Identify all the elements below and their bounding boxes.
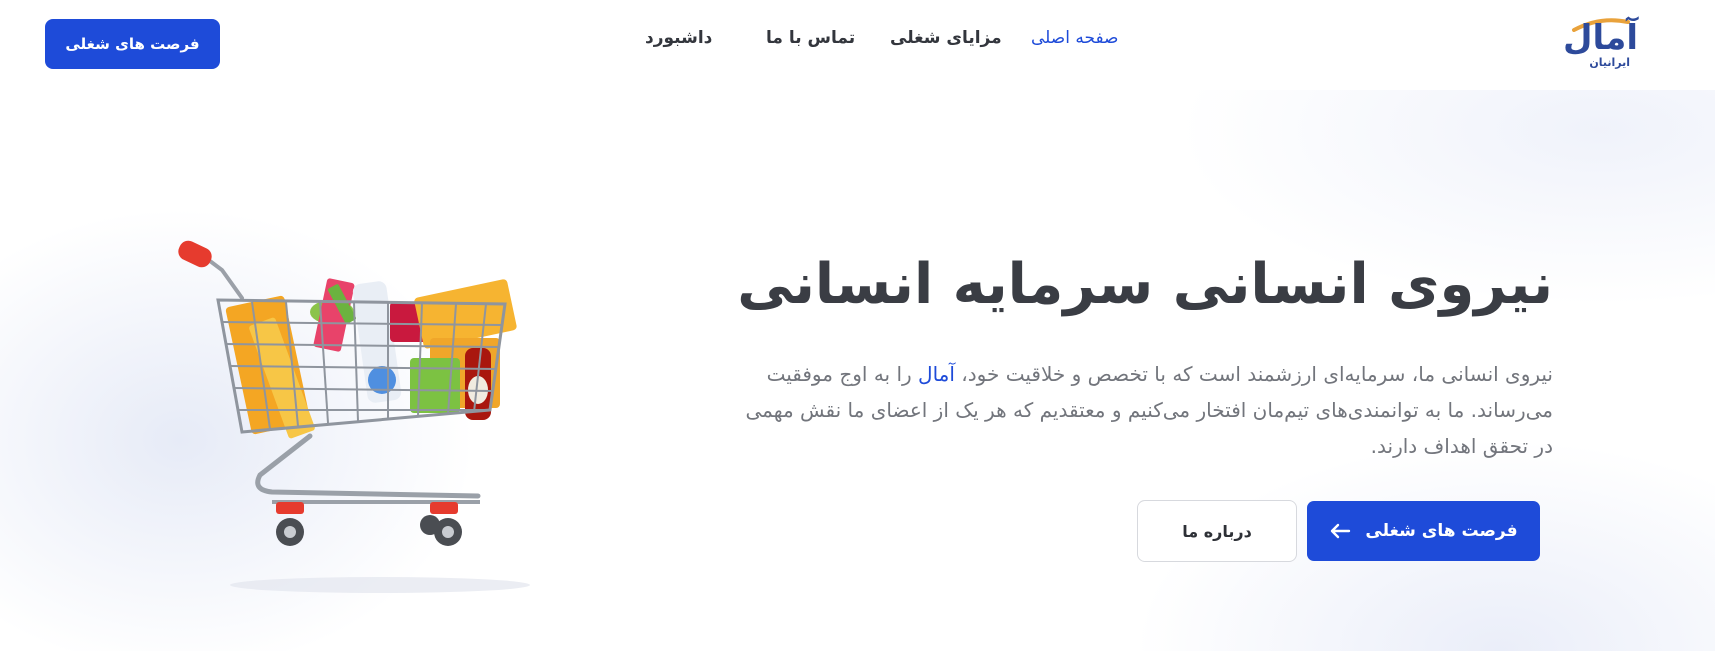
shopping-cart-illustration xyxy=(178,240,530,593)
hero-description-text-1: نیروی انسانی ما، سرمایه‌ای ارزشمند است ک… xyxy=(954,362,1553,386)
nav-dashboard[interactable]: داشبورد xyxy=(645,28,712,48)
hero-description-brand: آمال xyxy=(918,362,955,386)
site-header: فرصت های شغلی صفحه اصلی مزایای شغلی تماس… xyxy=(0,0,1715,86)
nav-contact[interactable]: تماس با ما xyxy=(766,28,855,48)
main-nav: صفحه اصلی مزایای شغلی تماس با ما داشبورد xyxy=(0,28,1715,56)
about-us-button[interactable]: درباره ما xyxy=(1137,500,1297,562)
arrow-left-icon xyxy=(1331,523,1351,539)
logo-wordmark: آمال xyxy=(1563,18,1638,58)
hero-description: نیروی انسانی ما، سرمایه‌ای ارزشمند است ک… xyxy=(723,356,1554,464)
nav-home[interactable]: صفحه اصلی xyxy=(1031,28,1118,48)
nav-job-benefits[interactable]: مزایای شغلی xyxy=(890,28,1002,48)
brand-logo[interactable]: آمال ایرانیان xyxy=(1548,16,1638,72)
hero-title: نیروی انسانی سرمایه انسانی xyxy=(737,252,1553,317)
logo-subtext: ایرانیان xyxy=(1589,56,1630,69)
job-opportunities-button[interactable]: فرصت های شغلی xyxy=(1307,501,1540,561)
job-opportunities-button-label: فرصت های شغلی xyxy=(1365,521,1518,541)
